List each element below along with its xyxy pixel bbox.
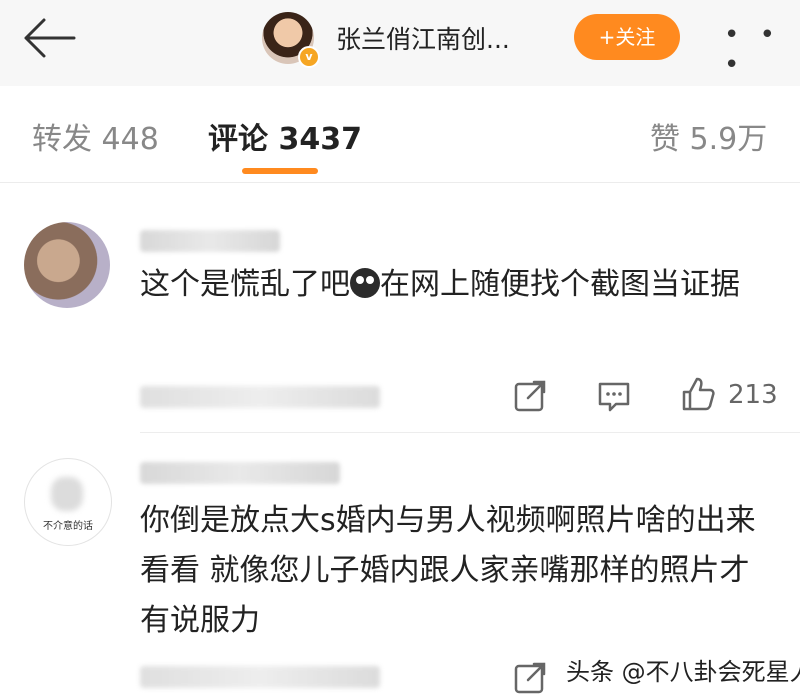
like-count: 213 <box>728 380 778 410</box>
share-icon[interactable] <box>512 660 548 696</box>
avatar-figure <box>51 477 83 511</box>
top-bar: v 张兰俏江南创... +关注 • • • <box>0 0 800 86</box>
share-icon[interactable] <box>512 378 548 414</box>
tab-comments[interactable]: 评论 3437 <box>208 114 362 158</box>
commenter-avatar[interactable]: 不介意的话 <box>24 458 112 546</box>
more-options-icon[interactable]: • • • <box>724 20 800 80</box>
commenter-name[interactable] <box>140 230 280 252</box>
tab-reposts[interactable]: 转发 448 <box>32 114 159 158</box>
back-arrow-icon[interactable] <box>18 14 80 62</box>
commenter-avatar[interactable] <box>24 222 110 308</box>
like-icon[interactable] <box>680 376 716 412</box>
toutiao-watermark: 头条 @不八卦会死星人 <box>566 658 800 686</box>
author-name[interactable]: 张兰俏江南创... <box>336 20 510 56</box>
comment-divider <box>140 432 800 433</box>
comment-text: 这个是慌乱了吧 在网上随便找个截图当证据 <box>140 267 740 302</box>
post-tabs: 转发 448 评论 3437 赞 5.9万 <box>0 86 800 183</box>
avatar-caption: 不介意的话 <box>43 521 93 532</box>
commenter-name[interactable] <box>140 462 340 484</box>
reply-icon[interactable] <box>596 378 632 414</box>
tab-likes[interactable]: 赞 5.9万 <box>650 114 767 158</box>
verified-badge-icon: v <box>298 46 320 68</box>
comment-text: 你倒是放点大s婚内与男人视频啊照片啥的出来看看 就像您儿子婚内跟人家亲嘴那样的照… <box>140 503 756 638</box>
follow-button[interactable]: +关注 <box>574 14 680 60</box>
wide-eyed-emoji-icon <box>350 268 380 298</box>
comment-meta <box>140 666 380 688</box>
comment-meta <box>140 386 380 408</box>
active-tab-indicator <box>242 168 318 174</box>
